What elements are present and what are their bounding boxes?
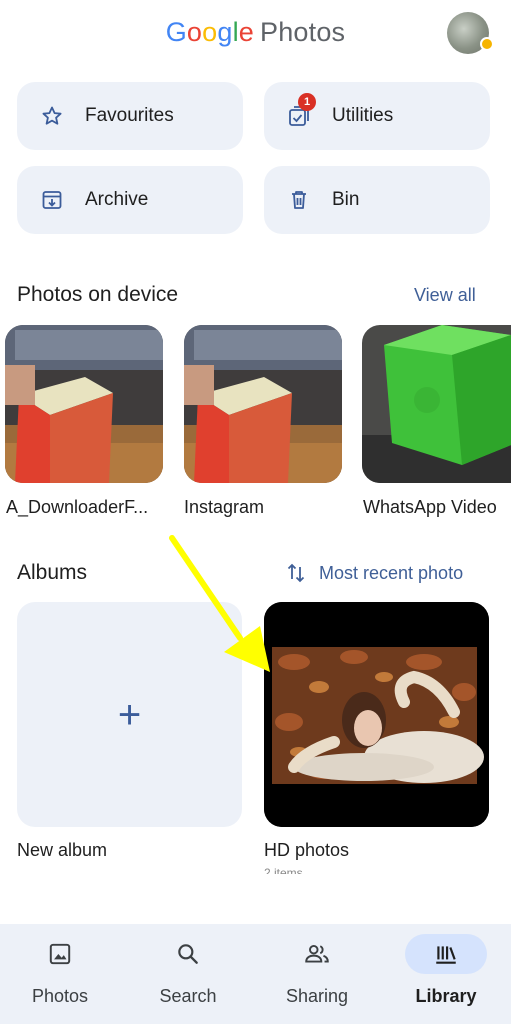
album-item-count: 2 items <box>264 866 303 874</box>
library-icon <box>405 934 487 974</box>
new-album-label: New album <box>17 840 108 860</box>
utilities-label: Utilities <box>332 105 394 126</box>
sort-label: Most recent photo <box>319 562 464 583</box>
logo-word: Photos <box>260 17 346 47</box>
star-icon <box>39 103 65 129</box>
green-cube-image <box>362 325 511 483</box>
logo-letter: o <box>186 17 203 47</box>
plus-icon: + <box>117 692 142 737</box>
albums-title: Albums <box>17 561 88 584</box>
view-all-link[interactable]: View all <box>414 285 476 306</box>
logo-letter: g <box>217 17 233 47</box>
nav-search[interactable]: Search <box>133 934 243 1020</box>
nav-sharing[interactable]: Sharing <box>262 934 372 1020</box>
logo-letter: G <box>165 17 187 47</box>
logo-letter: e <box>238 17 254 47</box>
device-folder-thumbnail[interactable] <box>184 325 342 483</box>
favourites-label: Favourites <box>85 105 174 126</box>
nav-photos-label: Photos <box>31 986 89 1006</box>
album-cover-image <box>264 602 489 827</box>
device-folder-thumbnail[interactable] <box>5 325 163 483</box>
photo-icon <box>19 934 101 974</box>
annotation-arrow-icon <box>169 535 270 672</box>
device-folder-name: WhatsApp Video <box>363 497 497 517</box>
nav-search-label: Search <box>159 986 217 1006</box>
utilities-icon: 1 <box>286 93 316 129</box>
search-icon <box>147 934 229 974</box>
archive-label: Archive <box>85 189 149 210</box>
bin-button[interactable]: Bin <box>264 166 490 234</box>
nav-photos[interactable]: Photos <box>5 934 115 1020</box>
photos-on-device-title: Photos on device <box>17 283 179 306</box>
archive-icon <box>39 187 65 213</box>
device-folder-name: A_DownloaderF... <box>6 497 149 517</box>
device-folder-thumbnail[interactable] <box>362 325 511 483</box>
nav-sharing-label: Sharing <box>285 986 349 1006</box>
bottom-navigation-bar: Photos Search Sharing Library <box>0 924 511 1024</box>
rubiks-cube-image <box>184 325 342 483</box>
sort-albums-button[interactable]: Most recent photo <box>286 560 463 586</box>
logo-letter: o <box>202 17 218 47</box>
google-photos-logo: Google Photos <box>0 16 511 48</box>
avatar-status-dot <box>480 37 494 51</box>
people-icon <box>276 934 358 974</box>
device-folder-name: Instagram <box>184 497 265 517</box>
rubiks-cube-image <box>5 325 163 483</box>
trash-icon <box>286 187 312 213</box>
album-thumbnail-hd-photos[interactable] <box>264 602 489 827</box>
swap-vert-icon <box>286 562 306 584</box>
favourites-button[interactable]: Favourites <box>17 82 243 150</box>
nav-library-label: Library <box>415 986 477 1006</box>
utilities-button[interactable]: 1 Utilities <box>264 82 490 150</box>
app-header: Google Photos <box>0 0 511 66</box>
archive-button[interactable]: Archive <box>17 166 243 234</box>
nav-library[interactable]: Library <box>391 934 501 1020</box>
notification-badge: 1 <box>298 93 316 111</box>
bin-label: Bin <box>332 189 360 210</box>
album-name: HD photos <box>264 840 350 860</box>
